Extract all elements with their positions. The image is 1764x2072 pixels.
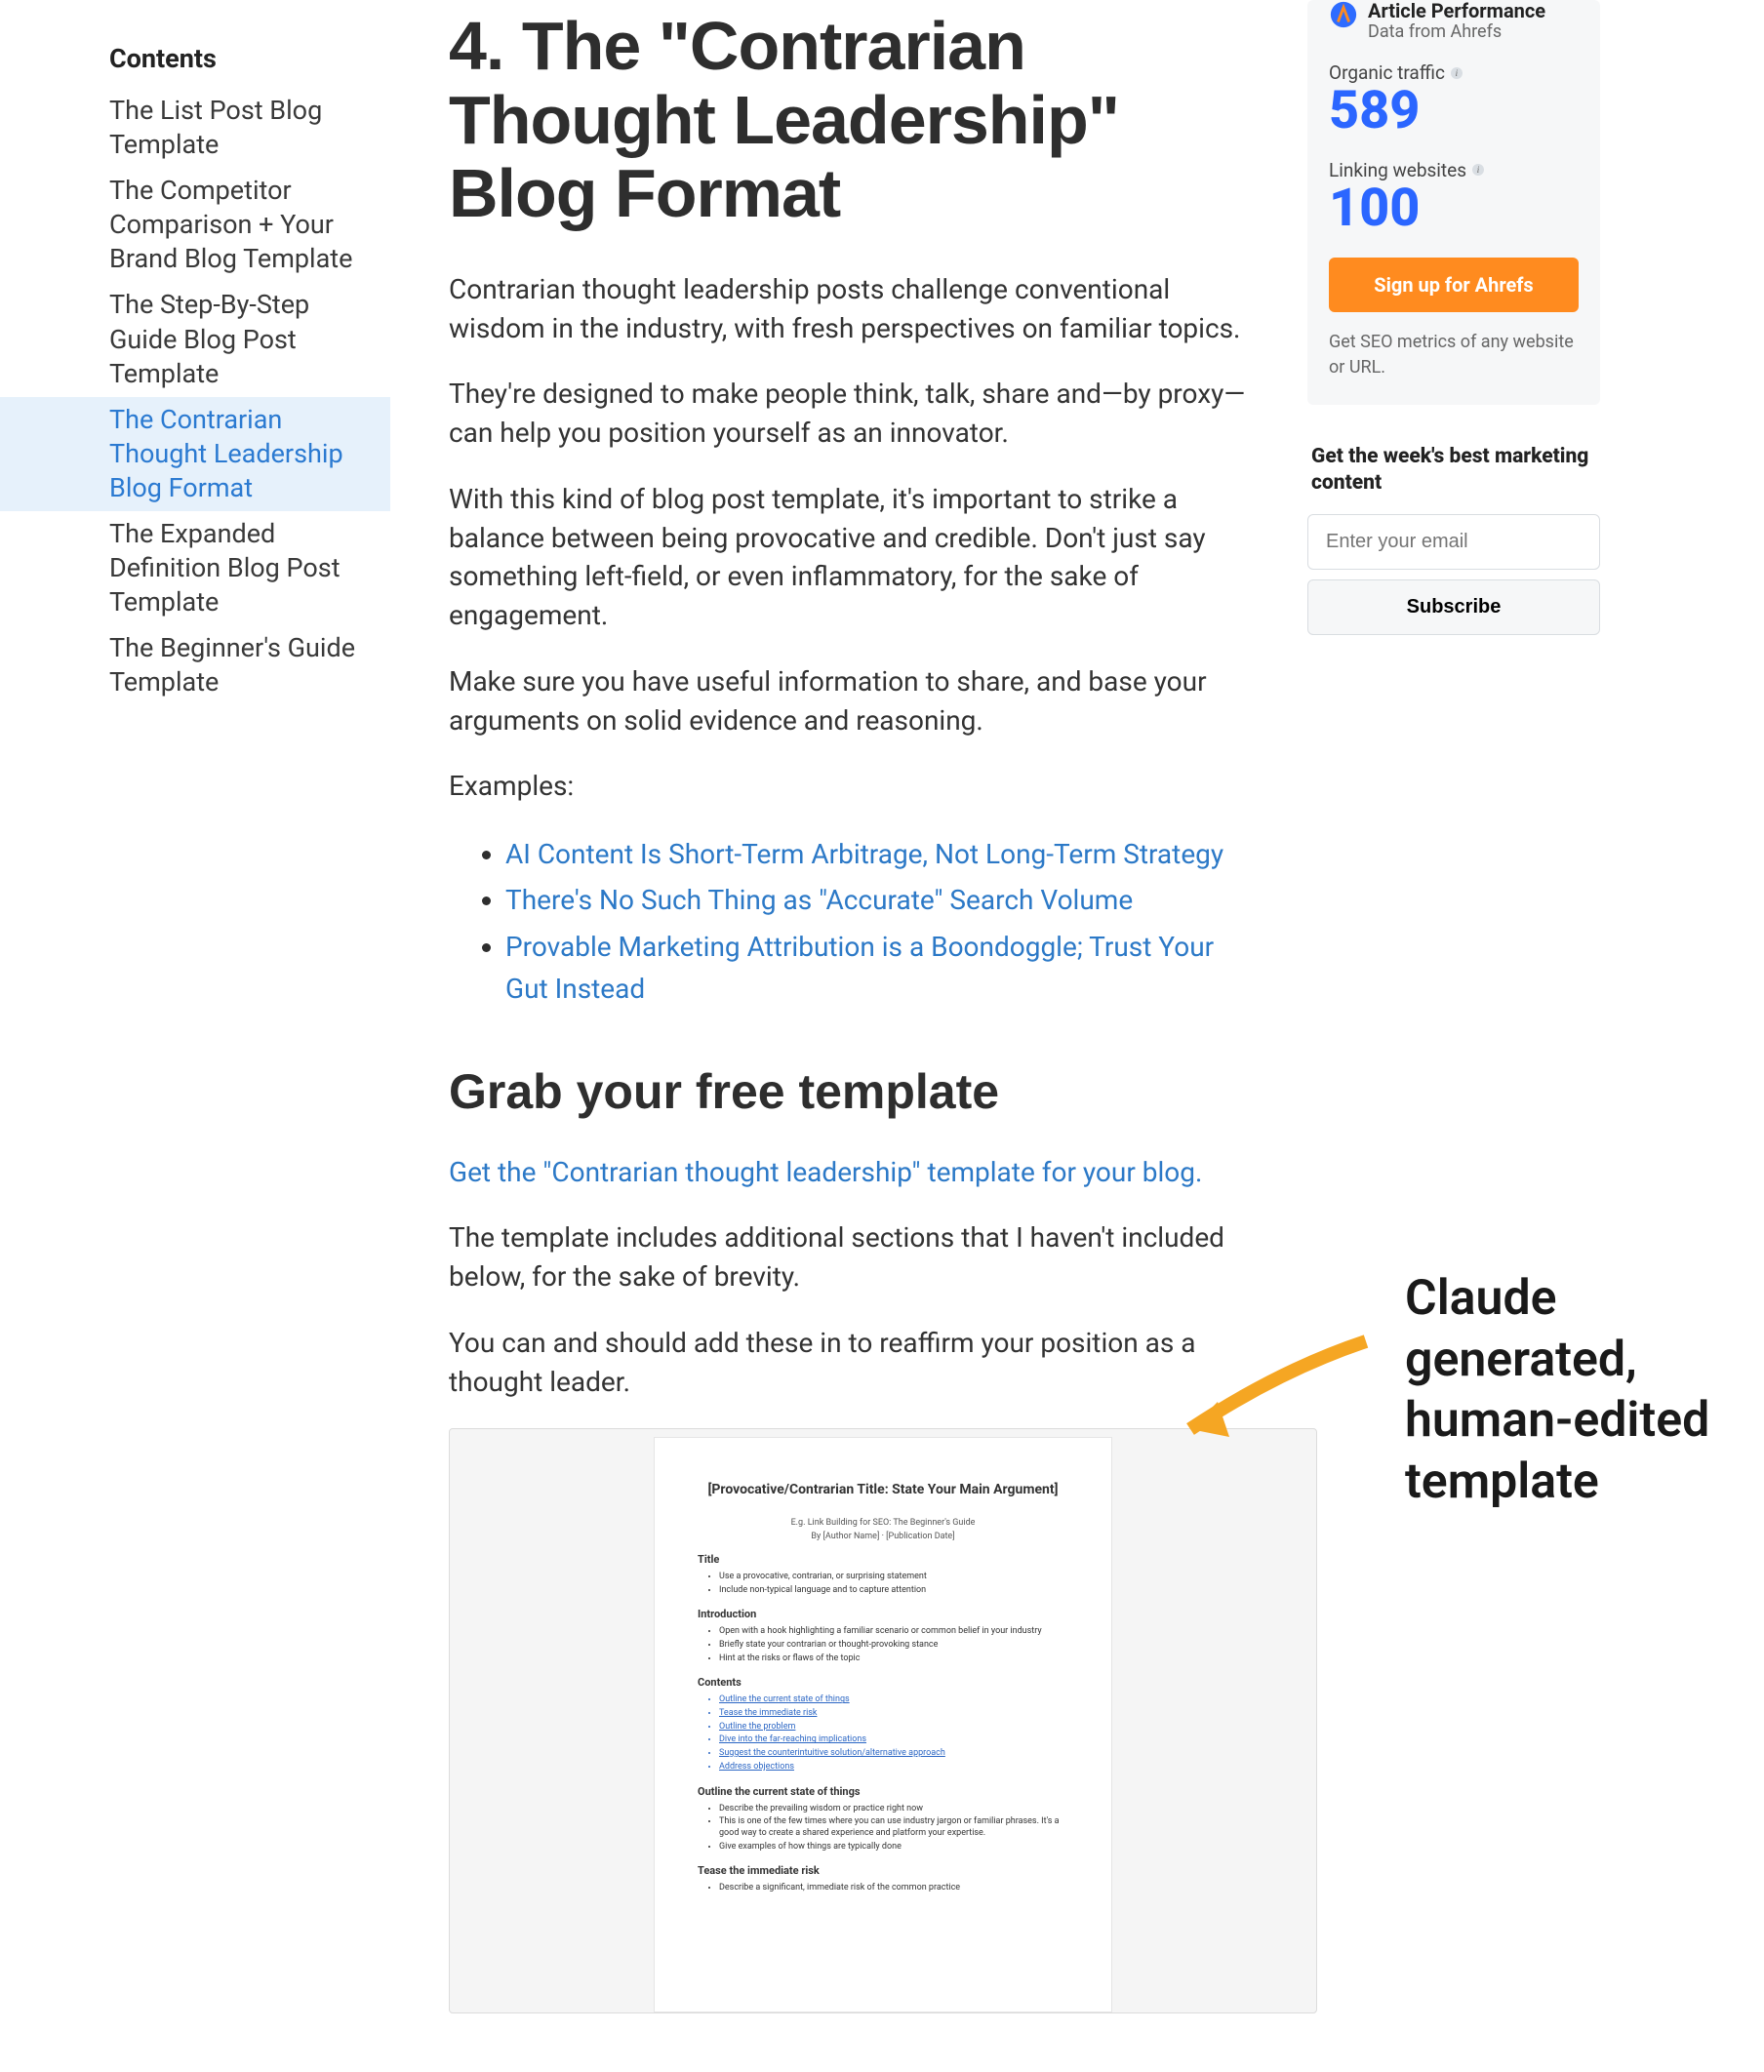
info-icon[interactable]: i <box>1472 164 1484 176</box>
doc-contents-link: Tease the immediate risk <box>719 1708 1068 1720</box>
doc-title: [Provocative/Contrarian Title: State You… <box>698 1481 1068 1500</box>
toc-item-contrarian[interactable]: The Contrarian Thought Leadership Blog F… <box>0 397 390 511</box>
doc-outline-bullets: Describe the prevailing wisdom or practi… <box>698 1804 1068 1853</box>
linking-websites-value: 100 <box>1329 181 1579 237</box>
contents-heading: Contents <box>0 43 390 88</box>
template-doc-page: [Provocative/Contrarian Title: State You… <box>654 1437 1112 2012</box>
body-paragraph: You can and should add these in to reaff… <box>449 1324 1249 1402</box>
doc-contents-link: Dive into the far-reaching implications <box>719 1734 1068 1746</box>
body-paragraph: Contrarian thought leadership posts chal… <box>449 270 1249 348</box>
annotation-overlay: Claude generated, human-edited template <box>1161 1268 1717 1512</box>
doc-contents-link: Outline the problem <box>719 1722 1068 1733</box>
example-link[interactable]: There's No Such Thing as "Accurate" Sear… <box>505 879 1249 921</box>
perf-card-footnote: Get SEO metrics of any website or URL. <box>1329 330 1579 379</box>
right-rail: Article Performance Data from Ahrefs Org… <box>1307 0 1600 635</box>
newsletter-email-input[interactable] <box>1307 514 1600 570</box>
subsection-heading: Grab your free template <box>449 1063 1249 1120</box>
body-paragraph: Make sure you have useful information to… <box>449 662 1249 740</box>
doc-intro-bullets: Open with a hook highlighting a familiar… <box>698 1626 1068 1664</box>
doc-sec-tease: Tease the immediate risk <box>698 1864 1068 1877</box>
body-paragraph: They're designed to make people think, t… <box>449 375 1249 453</box>
doc-bullet: Hint at the risks or flaws of the topic <box>719 1654 1068 1665</box>
article-main: 4. The "Contrarian Thought Leadership" B… <box>390 0 1268 2072</box>
doc-tease-bullets: Describe a significant, immediate risk o… <box>698 1883 1068 1894</box>
perf-card-title: Article Performance <box>1368 0 1545 21</box>
doc-sec-title: Title <box>698 1553 1068 1566</box>
toc-item-competitor[interactable]: The Competitor Comparison + Your Brand B… <box>0 168 390 282</box>
arrow-icon <box>1161 1332 1376 1449</box>
doc-bullet: Describe a significant, immediate risk o… <box>719 1883 1068 1894</box>
doc-sec-contents: Contents <box>698 1676 1068 1689</box>
toc-item-expanded-def[interactable]: The Expanded Definition Blog Post Templa… <box>0 511 390 625</box>
body-paragraph: With this kind of blog post template, it… <box>449 480 1249 635</box>
toc-item-beginners-guide[interactable]: The Beginner's Guide Template <box>0 625 390 705</box>
info-icon[interactable]: i <box>1451 67 1463 79</box>
doc-byline: By [Author Name] · [Publication Date] <box>698 1532 1068 1541</box>
doc-title-bullets: Use a provocative, contrarian, or surpri… <box>698 1572 1068 1596</box>
doc-sec-intro: Introduction <box>698 1608 1068 1620</box>
perf-card-sub: Data from Ahrefs <box>1368 21 1545 42</box>
doc-bullet: Describe the prevailing wisdom or practi… <box>719 1804 1068 1815</box>
toc-item-list-post[interactable]: The List Post Blog Template <box>0 88 390 168</box>
doc-contents-bullets: Outline the current state of things Teas… <box>698 1694 1068 1773</box>
doc-bullet: Use a provocative, contrarian, or surpri… <box>719 1572 1068 1583</box>
example-link[interactable]: AI Content Is Short-Term Arbitrage, Not … <box>505 833 1249 875</box>
annotation-text: Claude generated, human-edited template <box>1405 1268 1717 1512</box>
doc-contents-link: Suggest the counterintuitive solution/al… <box>719 1748 1068 1760</box>
newsletter-heading: Get the week's best marketing content <box>1311 444 1600 498</box>
doc-sec-outline: Outline the current state of things <box>698 1785 1068 1798</box>
signup-ahrefs-button[interactable]: Sign up for Ahrefs <box>1329 258 1579 312</box>
doc-bullet: Open with a hook highlighting a familiar… <box>719 1626 1068 1638</box>
template-screenshot: [Provocative/Contrarian Title: State You… <box>449 1428 1317 2013</box>
examples-label: Examples: <box>449 767 1249 806</box>
organic-traffic-value: 589 <box>1329 84 1579 139</box>
doc-bullet: Include non-typical language and to capt… <box>719 1585 1068 1597</box>
doc-bullet: This is one of the few times where you c… <box>719 1816 1068 1839</box>
section-heading: 4. The "Contrarian Thought Leadership" B… <box>449 10 1249 231</box>
doc-contents-link: Outline the current state of things <box>719 1694 1068 1706</box>
subscribe-button[interactable]: Subscribe <box>1307 579 1600 635</box>
doc-bullet: Give examples of how things are typicall… <box>719 1842 1068 1853</box>
ahrefs-logo-icon <box>1329 0 1358 33</box>
doc-bullet: Briefly state your contrarian or thought… <box>719 1640 1068 1652</box>
contents-sidebar: Contents The List Post Blog Template The… <box>0 0 390 706</box>
toc-item-step-by-step[interactable]: The Step-By-Step Guide Blog Post Templat… <box>0 282 390 396</box>
doc-eg-line: E.g. Link Building for SEO: The Beginner… <box>698 1518 1068 1528</box>
examples-list: AI Content Is Short-Term Arbitrage, Not … <box>449 833 1249 1011</box>
template-download-link[interactable]: Get the "Contrarian thought leadership" … <box>449 1156 1202 1188</box>
doc-contents-link: Address objections <box>719 1762 1068 1773</box>
example-link[interactable]: Provable Marketing Attribution is a Boon… <box>505 926 1249 1011</box>
body-paragraph: The template includes additional section… <box>449 1218 1249 1296</box>
article-performance-card: Article Performance Data from Ahrefs Org… <box>1307 0 1600 405</box>
